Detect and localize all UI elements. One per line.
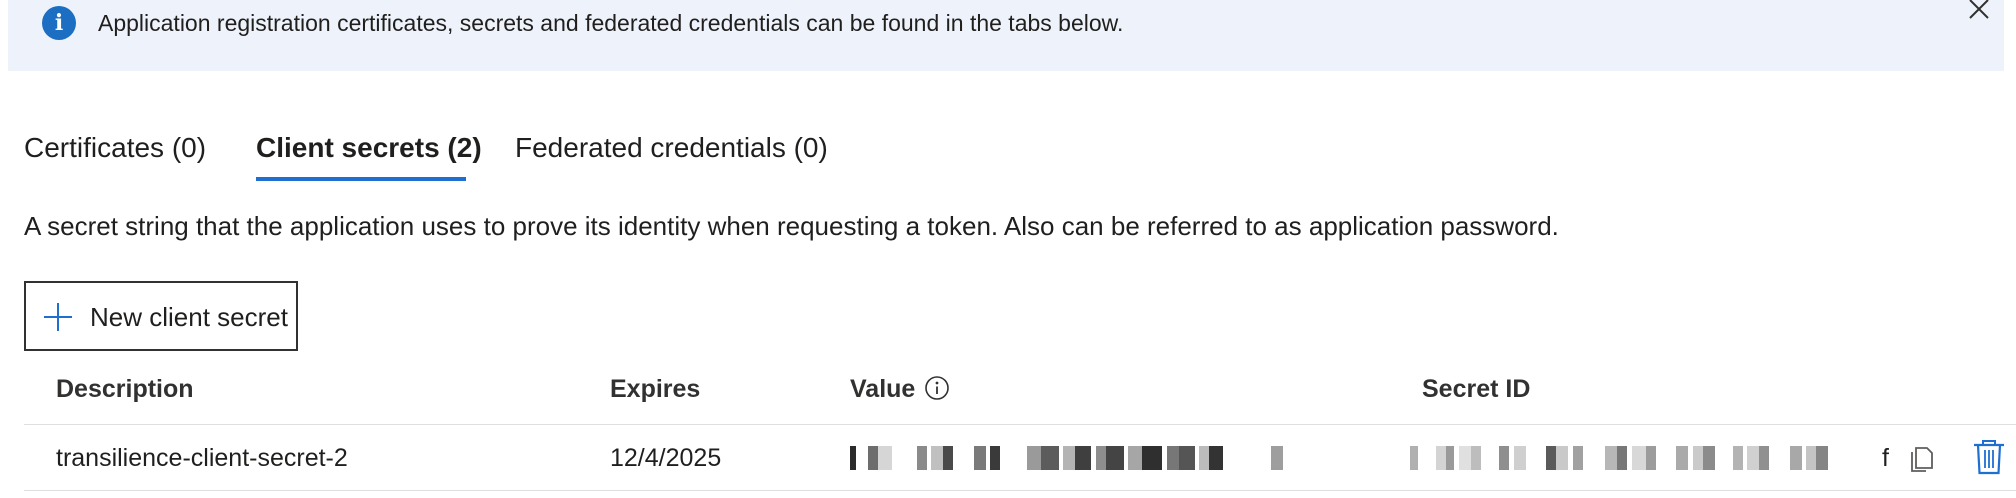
- info-icon: i: [42, 6, 76, 40]
- table-row[interactable]: transilience-client-secret-2 12/4/2025 f: [24, 425, 2016, 491]
- secret-id-masked: [1410, 446, 1880, 470]
- plus-icon: [44, 303, 72, 331]
- new-client-secret-button[interactable]: New client secret: [24, 281, 298, 351]
- active-tab-indicator: [256, 177, 466, 181]
- new-client-secret-label: New client secret: [90, 302, 288, 332]
- secret-description: transilience-client-secret-2: [56, 444, 348, 472]
- tab-client-secrets[interactable]: Client secrets (2): [256, 128, 482, 168]
- copy-icon[interactable]: [1907, 443, 1937, 473]
- banner-message: Application registration certificates, s…: [98, 10, 1124, 36]
- column-header-description: Description: [56, 375, 194, 403]
- credential-tabs: Certificates (0) Client secrets (2) Fede…: [0, 128, 2016, 184]
- secret-expires: 12/4/2025: [610, 444, 722, 472]
- table-row-divider: [24, 490, 2016, 491]
- close-icon[interactable]: [1964, 0, 1994, 24]
- column-header-value: Value: [850, 375, 916, 403]
- value-info-icon[interactable]: [924, 375, 950, 401]
- trash-icon[interactable]: [1972, 439, 2006, 475]
- info-banner: i Application registration certificates,…: [8, 0, 2004, 71]
- column-header-secret-id: Secret ID: [1422, 375, 1531, 403]
- column-header-expires: Expires: [610, 375, 701, 403]
- tab-federated-credentials[interactable]: Federated credentials (0): [515, 128, 828, 168]
- section-description: A secret string that the application use…: [24, 211, 1559, 241]
- secret-value-masked: [850, 446, 1340, 470]
- secret-id-suffix: f: [1882, 444, 1889, 472]
- tab-certificates[interactable]: Certificates (0): [24, 128, 206, 168]
